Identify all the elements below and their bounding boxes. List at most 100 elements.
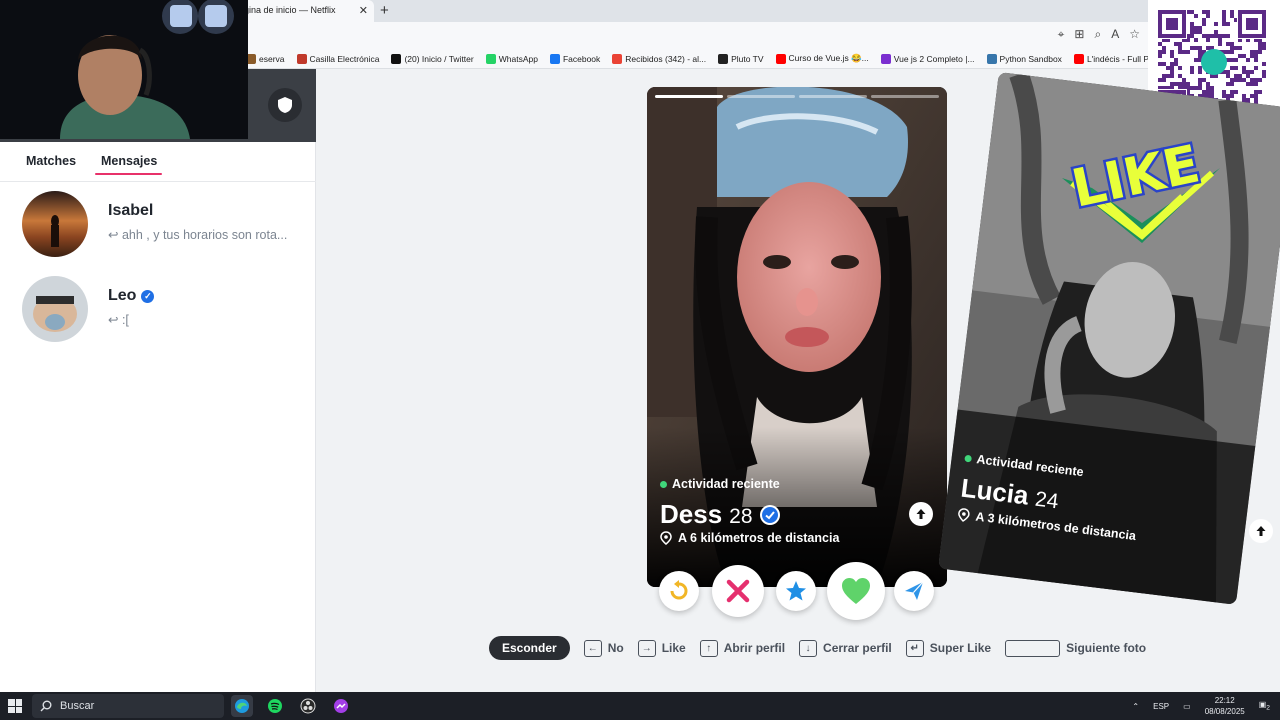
rewind-button[interactable]	[659, 571, 699, 611]
card-distance: A 6 kilómetros de distancia	[660, 531, 839, 545]
next-open-profile-button[interactable]	[1249, 519, 1273, 543]
bookmark-favicon-icon	[296, 53, 307, 64]
hint-like: Like	[661, 641, 686, 655]
action-buttons	[647, 562, 947, 620]
online-dot-icon	[660, 480, 667, 488]
tab-title: gina de inicio — Netflix	[244, 5, 336, 15]
chevron-up-icon[interactable]: ⌃	[1132, 702, 1139, 711]
avatar	[22, 276, 88, 342]
bookmark-favicon-icon	[775, 53, 786, 64]
location-icon[interactable]: ⌖	[1058, 27, 1065, 42]
message-preview: ↩ :[	[108, 313, 129, 327]
hint-close-profile: Cerrar perfil	[823, 641, 892, 655]
hint-no: No	[607, 641, 624, 655]
bookmark-label: Python Sandbox	[999, 53, 1062, 64]
boost-button[interactable]	[894, 571, 934, 611]
tab-close-icon[interactable]: ✕	[359, 4, 368, 17]
location-pin-icon	[660, 531, 672, 545]
bookmark-favicon-icon	[612, 53, 623, 64]
bookmark-item[interactable]: Casilla Electrónica	[296, 53, 380, 64]
nope-button[interactable]	[712, 565, 764, 617]
hide-hints-button[interactable]: Esconder	[489, 636, 570, 660]
shield-icon	[278, 97, 292, 113]
read-aloud-icon[interactable]: A	[1111, 27, 1119, 42]
bookmark-item[interactable]: Python Sandbox	[986, 53, 1062, 64]
photo-progress-segment[interactable]	[655, 95, 723, 98]
webcam-overlay	[0, 0, 248, 139]
online-dot-icon	[964, 454, 973, 463]
spotify-taskbar-icon[interactable]	[264, 695, 286, 717]
language-indicator[interactable]: ESP	[1153, 702, 1169, 711]
zoom-icon[interactable]: ⌕	[1094, 27, 1101, 42]
bookmark-item[interactable]: Facebook	[549, 53, 601, 64]
windows-start-icon[interactable]	[8, 699, 22, 713]
open-profile-button[interactable]	[909, 502, 933, 526]
photo-progress	[655, 95, 939, 98]
rewind-icon	[670, 580, 688, 600]
hint-open-profile: Abrir perfil	[723, 641, 786, 655]
clock[interactable]: 22:12 08/08/2025	[1205, 695, 1245, 717]
favorite-star-icon[interactable]: ☆	[1129, 27, 1140, 42]
bookmark-item[interactable]: Curso de Vue.js 😂...	[775, 53, 869, 64]
notifications-icon[interactable]: ▣2	[1259, 700, 1270, 712]
bookmark-label: (20) Inicio / Twitter	[404, 53, 474, 64]
app-available-icon[interactable]: ⊞	[1074, 27, 1084, 42]
tab-mensajes[interactable]: Mensajes	[101, 154, 157, 168]
bookmark-item[interactable]: Recibidos (342) - al...	[612, 53, 707, 64]
keyboard-hints: Esconder ← No → Like ↑ Abrir perfil ↓ Ce…	[489, 636, 1154, 660]
bookmark-label: Vue js 2 Completo |...	[893, 53, 975, 64]
bookmark-item[interactable]: Pluto TV	[718, 53, 764, 64]
arrow-up-icon	[916, 509, 926, 519]
tab-netflix[interactable]: gina de inicio — Netflix ✕	[232, 0, 374, 22]
network-icon[interactable]: ▭	[1183, 702, 1191, 711]
taskbar: Buscar ⌃ ESP ▭ 22:12 08/08/2025 ▣2	[0, 692, 1280, 720]
star-icon	[786, 581, 806, 601]
photo-progress-segment[interactable]	[727, 95, 795, 98]
verified-badge-icon	[759, 504, 780, 525]
bookmark-item[interactable]: (20) Inicio / Twitter	[391, 53, 474, 64]
left-key-icon: ←	[583, 639, 602, 657]
card-name: Dess	[660, 499, 723, 529]
like-sticker: LIKE	[1062, 132, 1220, 243]
message-item-isabel[interactable]: Isabel ↩ ahh , y tus horarios son rota..…	[0, 191, 316, 271]
right-key-icon: →	[637, 639, 656, 657]
sidebar: Matches Mensajes Isabel ↩ ahh , y tus ho…	[0, 69, 316, 692]
bookmark-favicon-icon	[391, 53, 402, 64]
like-button[interactable]	[827, 562, 885, 620]
bookmark-item[interactable]: Vue js 2 Completo |...	[880, 53, 975, 64]
bookmark-label: Facebook	[562, 53, 601, 64]
bookmark-label: eserva	[259, 53, 285, 64]
new-tab-button[interactable]: +	[380, 2, 389, 19]
tab-matches[interactable]: Matches	[26, 154, 76, 168]
safety-shield-button[interactable]	[268, 88, 302, 122]
obs-taskbar-icon[interactable]	[297, 695, 319, 717]
close-x-icon	[726, 579, 750, 603]
bookmark-label: Casilla Electrónica	[309, 53, 380, 64]
message-item-leo[interactable]: Leo ✓ ↩ :[	[0, 276, 316, 356]
photo-progress-segment[interactable]	[799, 95, 867, 98]
profile-card[interactable]: Actividad reciente Dess 28 A 6 kilómetro…	[647, 87, 947, 587]
super-like-button[interactable]	[776, 571, 816, 611]
taskbar-search[interactable]: Buscar	[32, 694, 224, 718]
enter-key-icon: ↵	[905, 639, 924, 657]
down-key-icon: ↓	[799, 639, 818, 657]
bookmark-label: Pluto TV	[731, 53, 764, 64]
message-name: Isabel	[108, 202, 154, 219]
edge-taskbar-icon[interactable]	[231, 695, 253, 717]
hint-next-photo: Siguiente foto	[1066, 641, 1147, 655]
bookmark-label: Recibidos (342) - al...	[625, 53, 707, 64]
card-name-row: Dess 28	[660, 499, 780, 530]
bookmark-item[interactable]: WhatsApp	[485, 53, 538, 64]
photo-progress-segment[interactable]	[871, 95, 939, 98]
bookmark-item[interactable]: eserva	[246, 53, 285, 64]
bookmark-favicon-icon	[880, 53, 891, 64]
bookmark-favicon-icon	[549, 53, 560, 64]
sidebar-tabs: Matches Mensajes	[0, 142, 316, 182]
bookmark-favicon-icon	[986, 53, 997, 64]
active-tab-indicator	[95, 173, 162, 175]
bookmark-favicon-icon	[1073, 53, 1084, 64]
bookmark-label: WhatsApp	[498, 53, 538, 64]
space-key-icon	[1005, 639, 1061, 657]
verified-badge-icon: ✓	[141, 289, 155, 303]
messenger-taskbar-icon[interactable]	[330, 695, 352, 717]
